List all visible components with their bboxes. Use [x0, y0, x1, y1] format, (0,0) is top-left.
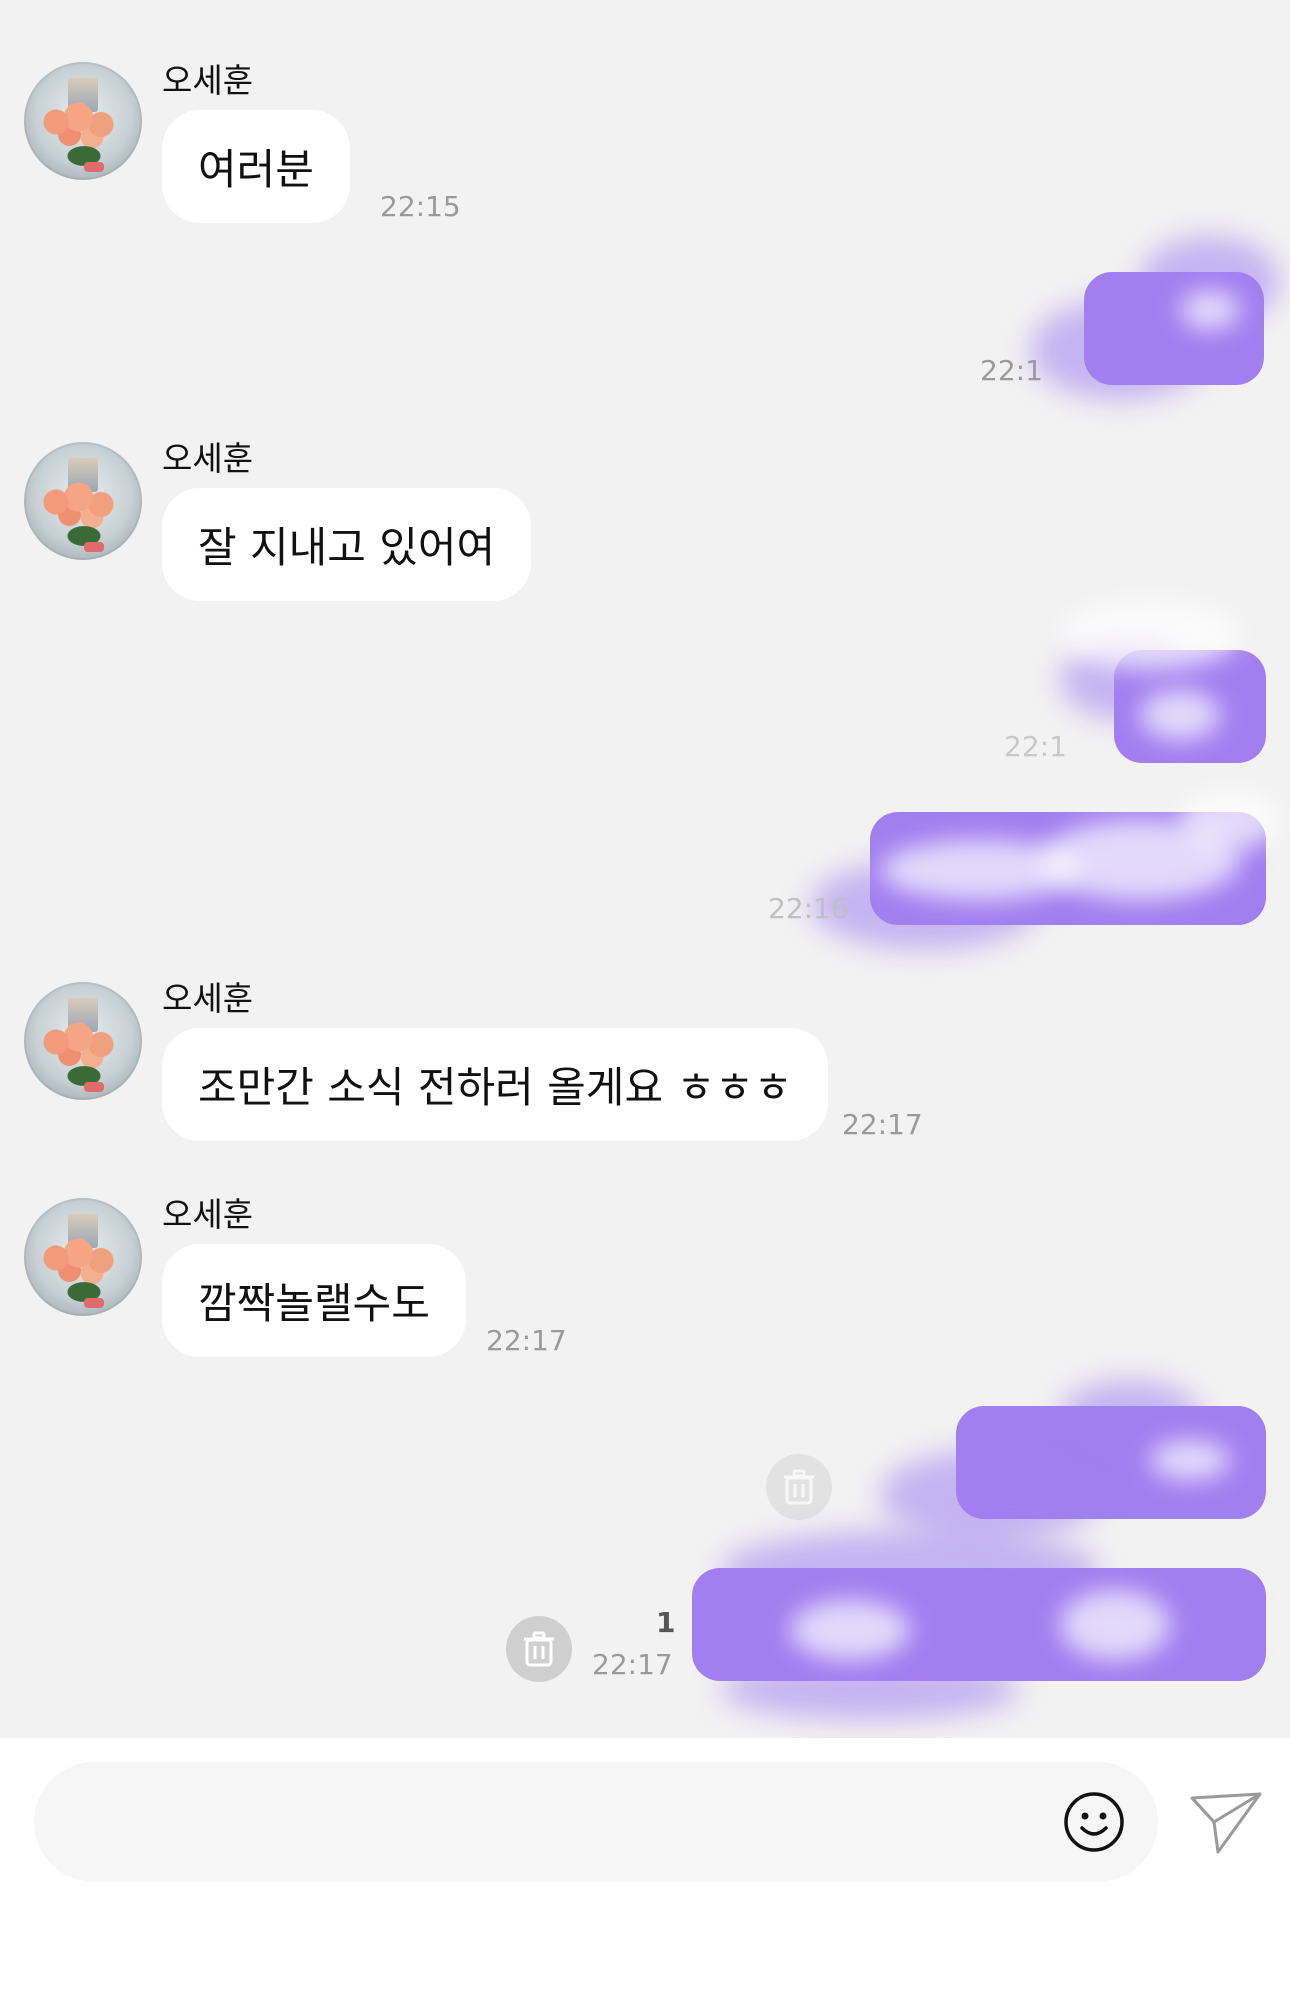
- message-timestamp: 22:1: [980, 354, 1043, 387]
- message-timestamp: 22:16: [768, 892, 849, 925]
- incoming-message-bubble[interactable]: 잘 지내고 있어여: [162, 488, 532, 601]
- trash-icon: [524, 1631, 554, 1667]
- incoming-message-bubble[interactable]: 조만간 소식 전하러 올게요 ㅎㅎㅎ: [162, 1028, 829, 1141]
- message-timestamp: 22:15: [380, 190, 461, 223]
- message-timestamp: 22:1: [1004, 730, 1067, 763]
- message-timestamp: 22:17: [842, 1108, 923, 1141]
- message-timestamp: 22:17: [592, 1648, 673, 1681]
- message-input[interactable]: [34, 1762, 1158, 1882]
- sender-name: 오세훈: [162, 439, 254, 478]
- sender-avatar[interactable]: [24, 62, 142, 180]
- delete-message-button[interactable]: [766, 1454, 832, 1520]
- message-timestamp: 22:17: [486, 1324, 567, 1357]
- smiley-face-icon[interactable]: [1062, 1790, 1126, 1854]
- sender-name: 오세훈: [162, 979, 254, 1018]
- unread-count: 1: [656, 1606, 676, 1639]
- message-composer: [0, 1738, 1290, 2006]
- delete-message-button[interactable]: [506, 1616, 572, 1682]
- sender-name: 오세훈: [162, 61, 254, 100]
- trash-icon: [784, 1469, 814, 1505]
- sender-avatar[interactable]: [24, 982, 142, 1100]
- chat-messages-area[interactable]: 오세훈 여러분 22:15 22:1 오세훈 잘 지내고 있어여 22:1 22…: [0, 0, 1290, 1738]
- sender-avatar[interactable]: [24, 1198, 142, 1316]
- sender-avatar[interactable]: [24, 442, 142, 560]
- incoming-message-bubble[interactable]: 깜짝놀랠수도: [162, 1244, 466, 1357]
- incoming-message-bubble[interactable]: 여러분: [162, 110, 350, 223]
- sender-name: 오세훈: [162, 1195, 254, 1234]
- paper-plane-icon[interactable]: [1188, 1788, 1264, 1858]
